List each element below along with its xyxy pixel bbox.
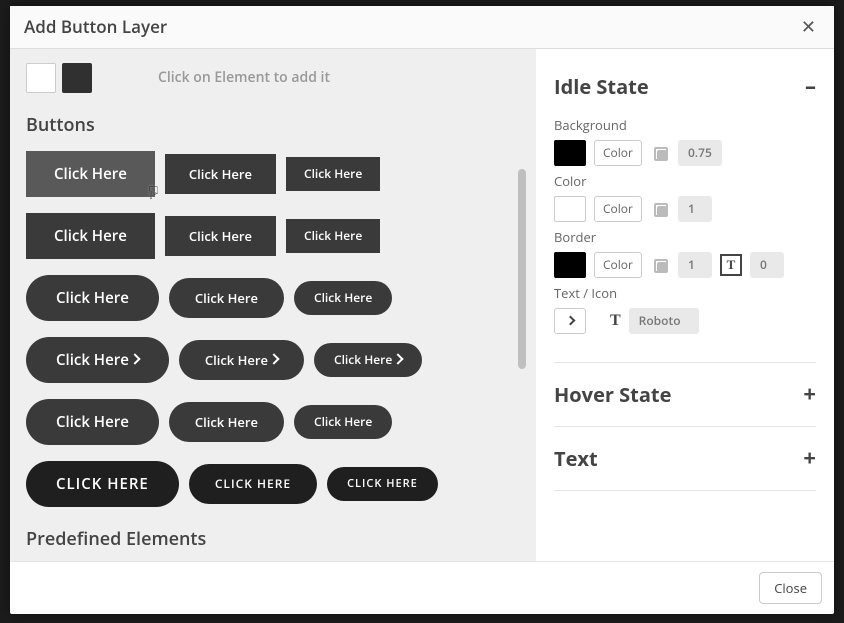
hover-state-header[interactable]: Hover State + xyxy=(554,371,816,418)
background-color-button[interactable]: Color xyxy=(594,140,642,166)
button-pill-chevron-large[interactable]: Click Here xyxy=(26,337,169,383)
border-row: Color 1 T 0 xyxy=(554,252,816,278)
texticon-label: Text / Icon xyxy=(554,284,816,302)
add-button-layer-dialog: Add Button Layer ✕ Click on Element to a… xyxy=(10,6,834,614)
text-color-swatch[interactable] xyxy=(554,196,586,222)
idle-state-header[interactable]: Idle State – xyxy=(554,63,816,110)
text-style-icon[interactable]: T xyxy=(610,312,621,330)
button-square-large[interactable]: Click Here xyxy=(26,151,155,197)
button-pill-medium[interactable]: Click Here xyxy=(169,278,284,318)
divider xyxy=(554,362,816,363)
font-family-field[interactable]: Roboto xyxy=(629,308,699,334)
border-label: Border xyxy=(554,228,816,246)
text-color-opacity-field[interactable]: 1 xyxy=(678,196,712,222)
button-pill-chevron-small[interactable]: Click Here xyxy=(314,343,422,377)
button-pill-small[interactable]: Click Here xyxy=(294,405,392,439)
chevron-right-icon xyxy=(565,316,575,326)
button-row-pill-2: Click Here Click Here Click Here xyxy=(26,399,536,445)
elements-panel: Click on Element to add it Buttons Click… xyxy=(10,49,536,561)
button-pill-upper-small[interactable]: CLICK HERE xyxy=(327,467,438,501)
color-row: Color 1 xyxy=(554,196,816,222)
button-row-square: Click Here Click Here Click Here xyxy=(26,151,536,197)
icon-preview-box[interactable] xyxy=(554,308,586,334)
button-pill-upper-medium[interactable]: CLICK HERE xyxy=(189,464,317,504)
divider xyxy=(554,490,816,491)
text-section-header[interactable]: Text + xyxy=(554,435,816,482)
idle-state-body: Background Color 0.75 Color Color 1 Bord… xyxy=(554,116,816,354)
footer-close-button[interactable]: Close xyxy=(759,572,822,604)
background-opacity-field[interactable]: 0.75 xyxy=(678,140,722,166)
dialog-title: Add Button Layer xyxy=(24,15,167,38)
theme-swatch-light[interactable] xyxy=(26,63,56,93)
border-color-button[interactable]: Color xyxy=(594,252,642,278)
button-pill-small[interactable]: Click Here xyxy=(294,281,392,315)
eyedropper-icon[interactable] xyxy=(650,199,670,219)
hint-text: Click on Element to add it xyxy=(158,68,330,87)
dialog-header: Add Button Layer ✕ xyxy=(10,6,834,49)
background-row: Color 0.75 xyxy=(554,140,816,166)
button-square-large[interactable]: Click Here xyxy=(26,213,155,259)
texticon-row: T Roboto xyxy=(554,308,816,334)
eyedropper-icon[interactable] xyxy=(650,143,670,163)
button-square-medium[interactable]: Click Here xyxy=(165,154,276,194)
divider xyxy=(554,426,816,427)
button-row-pill-upper: CLICK HERE CLICK HERE CLICK HERE xyxy=(26,461,536,507)
theme-swatch-row: Click on Element to add it xyxy=(26,63,536,93)
buttons-heading: Buttons xyxy=(26,113,536,137)
background-label: Background xyxy=(554,116,816,134)
idle-state-title: Idle State xyxy=(554,73,649,100)
button-pill-large[interactable]: Click Here xyxy=(26,399,159,445)
border-style-button[interactable]: T xyxy=(720,254,742,276)
button-row-square-2: Click Here Click Here Click Here xyxy=(26,213,536,259)
border-color-swatch[interactable] xyxy=(554,252,586,278)
text-color-button[interactable]: Color xyxy=(594,196,642,222)
eyedropper-icon[interactable] xyxy=(650,255,670,275)
text-section-expand-icon: + xyxy=(803,447,816,469)
text-section-title: Text xyxy=(554,445,598,472)
predefined-heading: Predefined Elements xyxy=(26,527,536,551)
hover-state-expand-icon: + xyxy=(803,383,816,405)
dialog-close-button[interactable]: ✕ xyxy=(795,11,822,43)
button-pill-chevron-medium[interactable]: Click Here xyxy=(179,340,304,380)
button-pill-medium[interactable]: Click Here xyxy=(169,402,284,442)
button-row-pill-chevron: Click Here Click Here Click Here xyxy=(26,337,536,383)
button-pill-upper-large[interactable]: CLICK HERE xyxy=(26,461,179,507)
idle-state-collapse-icon: – xyxy=(805,75,816,97)
hover-state-title: Hover State xyxy=(554,381,671,408)
properties-panel: Idle State – Background Color 0.75 Color… xyxy=(536,49,834,561)
button-row-pill: Click Here Click Here Click Here xyxy=(26,275,536,321)
color-label: Color xyxy=(554,172,816,190)
button-square-medium[interactable]: Click Here xyxy=(165,216,276,256)
scrollbar-thumb[interactable] xyxy=(518,169,526,369)
dialog-body: Click on Element to add it Buttons Click… xyxy=(10,49,834,561)
border-width-field[interactable]: 0 xyxy=(750,252,784,278)
button-square-small[interactable]: Click Here xyxy=(286,157,380,191)
background-color-swatch[interactable] xyxy=(554,140,586,166)
theme-swatch-dark[interactable] xyxy=(62,63,92,93)
button-pill-large[interactable]: Click Here xyxy=(26,275,159,321)
button-square-small[interactable]: Click Here xyxy=(286,219,380,253)
dialog-footer: Close xyxy=(10,561,834,614)
border-opacity-field[interactable]: 1 xyxy=(678,252,712,278)
